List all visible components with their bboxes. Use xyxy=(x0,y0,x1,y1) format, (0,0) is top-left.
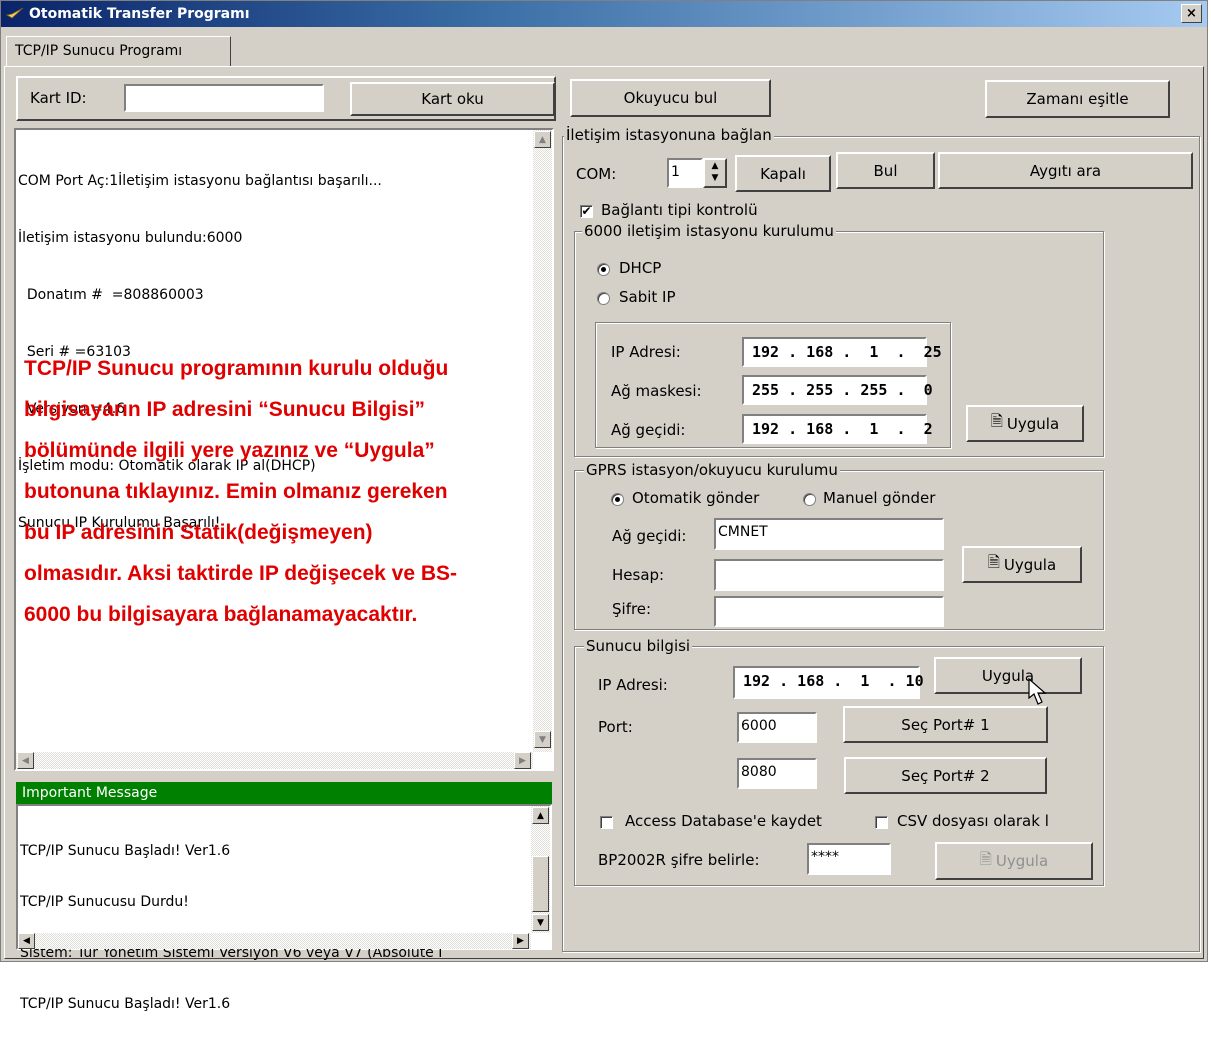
apply-icon: 🗎 xyxy=(990,412,1003,430)
read-card-button[interactable]: Kart oku xyxy=(350,82,555,116)
scroll-right-icon[interactable]: ▶ xyxy=(514,752,531,769)
port1-input[interactable]: 6000 xyxy=(737,712,817,743)
closed-button[interactable]: Kapalı xyxy=(735,155,831,192)
app-icon xyxy=(6,7,24,19)
log-line: İletişim istasyonu bulundu:6000 xyxy=(18,230,243,246)
csv-checkbox[interactable] xyxy=(875,816,888,829)
bp2002r-label: BP2002R şifre belirle: xyxy=(598,851,760,869)
connection-check-label: Bağlantı tipi kontrolü xyxy=(601,201,758,219)
scroll-left-icon[interactable]: ◀ xyxy=(18,933,35,949)
password-label: Şifre: xyxy=(612,600,652,618)
find-reader-button[interactable]: Okuyucu bul xyxy=(570,79,771,117)
gprs-legend: GPRS istasyon/okuyucu kurulumu xyxy=(584,461,840,479)
log-line: COM Port Aç:1İletişim istasyonu bağlantı… xyxy=(18,173,382,189)
important-message-text: TCP/IP Sunucu Başladı! Ver1.6 TCP/IP Sun… xyxy=(18,806,550,1051)
scroll-right-icon[interactable]: ▶ xyxy=(512,933,529,949)
com-label: COM: xyxy=(576,165,617,183)
scroll-up-icon[interactable]: ▲ xyxy=(532,807,549,824)
scroll-up-icon[interactable]: ▲ xyxy=(534,131,551,148)
static-ip-radio[interactable] xyxy=(597,292,610,305)
gprs-gateway-label: Ağ geçidi: xyxy=(612,527,687,545)
connect-group-legend: İletişim istasyonuna bağlan xyxy=(564,126,774,144)
access-db-checkbox[interactable] xyxy=(600,816,613,829)
account-label: Hesap: xyxy=(612,566,665,584)
scroll-down-icon[interactable]: ▼ xyxy=(534,731,551,748)
message-line: TCP/IP Sunucu Başladı! Ver1.6 xyxy=(20,996,231,1012)
port2-input[interactable]: 8080 xyxy=(737,758,817,789)
server-ip-input[interactable]: 192 . 168 . 1 . 10 xyxy=(733,666,924,699)
account-input[interactable] xyxy=(714,559,944,591)
message-line: TCP/IP Sunucusu Durdu! xyxy=(20,894,189,910)
connection-check-checkbox[interactable]: ✔ xyxy=(580,205,593,218)
tab-tcpip-server[interactable]: TCP/IP Sunucu Programı xyxy=(6,36,231,66)
manual-send-radio[interactable] xyxy=(803,493,816,506)
station-mask-label: Ağ maskesi: xyxy=(611,382,702,400)
apply-icon: 🗎 xyxy=(987,553,1000,571)
station-apply-label: Uygula xyxy=(1006,414,1060,433)
title-bar[interactable]: Otomatik Transfer Programı xyxy=(1,1,1207,27)
apply-icon: 🗎 xyxy=(979,849,992,868)
auto-send-radio[interactable] xyxy=(611,493,624,506)
overlay-line: 6000 bu bilgisayara bağlanamayacaktır. xyxy=(24,603,418,626)
overlay-line: bölümünde ilgili yere yazınız ve “Uygula… xyxy=(24,439,435,462)
card-id-label: Kart ID: xyxy=(30,89,87,107)
password-input[interactable] xyxy=(714,596,944,627)
dhcp-label: DHCP xyxy=(619,259,662,277)
gprs-gateway-input[interactable]: CMNET xyxy=(714,518,944,550)
scroll-down-icon[interactable]: ▼ xyxy=(532,914,549,931)
station-ip-input[interactable]: 192 . 168 . 1 . 25 xyxy=(742,337,942,367)
overlay-line: olmasıdır. Aksi taktirde IP değişecek ve… xyxy=(24,562,458,585)
gprs-apply-label: Uygula xyxy=(1003,555,1057,574)
access-db-label: Access Database'e kaydet xyxy=(625,812,822,830)
select-port1-button[interactable]: Seç Port# 1 xyxy=(843,706,1048,743)
station-setup-legend: 6000 iletişim istasyonu kurulumu xyxy=(582,222,836,240)
overlay-line: bu IP adresinin Statik(değişmeyen) xyxy=(24,521,373,544)
log-line: Donatım # =808860003 xyxy=(18,287,204,303)
bp2002r-apply-button[interactable]: 🗎 Uygula xyxy=(935,842,1093,880)
com-input[interactable]: 1 xyxy=(667,158,703,188)
message-line: TCP/IP Sunucu Başladı! Ver1.6 xyxy=(20,843,231,859)
log-vertical-scrollbar[interactable] xyxy=(533,130,552,752)
bp2002r-apply-label: Uygula xyxy=(995,852,1049,870)
bp2002r-password-input[interactable]: **** xyxy=(807,843,891,875)
important-message-header: Important Message xyxy=(16,782,552,804)
find-button[interactable]: Bul xyxy=(836,152,935,189)
scroll-thumb[interactable] xyxy=(532,856,549,912)
static-ip-label: Sabit IP xyxy=(619,288,676,306)
port-label: Port: xyxy=(598,718,633,736)
select-port2-button[interactable]: Seç Port# 2 xyxy=(844,757,1047,794)
card-id-input[interactable] xyxy=(124,84,324,112)
overlay-line: TCP/IP Sunucu programının kurulu olduğu xyxy=(24,357,449,380)
scroll-left-icon[interactable]: ◀ xyxy=(17,752,34,769)
csv-label: CSV dosyası olarak l xyxy=(897,812,1049,830)
close-icon[interactable]: × xyxy=(1181,4,1202,23)
server-ip-label: IP Adresi: xyxy=(598,676,668,694)
log-horizontal-scrollbar[interactable] xyxy=(16,752,533,769)
overlay-line: bilgisayarın IP adresini “Sunucu Bilgisi… xyxy=(24,398,426,421)
mouse-pointer-icon xyxy=(1028,678,1047,705)
station-gateway-label: Ağ geçidi: xyxy=(611,421,686,439)
server-info-legend: Sunucu bilgisi xyxy=(584,637,693,655)
station-gateway-input[interactable]: 192 . 168 . 1 . 2 xyxy=(742,414,933,444)
sync-time-button[interactable]: Zamanı eşitle xyxy=(985,80,1170,118)
auto-send-label: Otomatik gönder xyxy=(632,489,760,507)
window-title: Otomatik Transfer Programı xyxy=(29,6,250,22)
instruction-overlay: TCP/IP Sunucu programının kurulu olduğu … xyxy=(24,348,457,635)
com-spinner[interactable]: ▲ ▼ xyxy=(703,158,727,188)
station-mask-input[interactable]: 255 . 255 . 255 . 0 xyxy=(742,375,933,405)
manual-send-label: Manuel gönder xyxy=(823,489,936,507)
server-apply-button[interactable]: Uygula xyxy=(934,657,1082,694)
search-device-button[interactable]: Aygıtı ara xyxy=(938,152,1193,189)
overlay-line: butonuna tıklayınız. Emin olmanız gereke… xyxy=(24,480,448,503)
dhcp-radio[interactable] xyxy=(597,263,610,276)
important-message-panel[interactable]: TCP/IP Sunucu Başladı! Ver1.6 TCP/IP Sun… xyxy=(16,804,552,1012)
station-apply-button[interactable]: 🗎 Uygula xyxy=(966,405,1084,442)
station-ip-label: IP Adresi: xyxy=(611,343,681,361)
message-horizontal-scrollbar[interactable] xyxy=(18,933,531,949)
gprs-apply-button[interactable]: 🗎 Uygula xyxy=(962,546,1082,583)
